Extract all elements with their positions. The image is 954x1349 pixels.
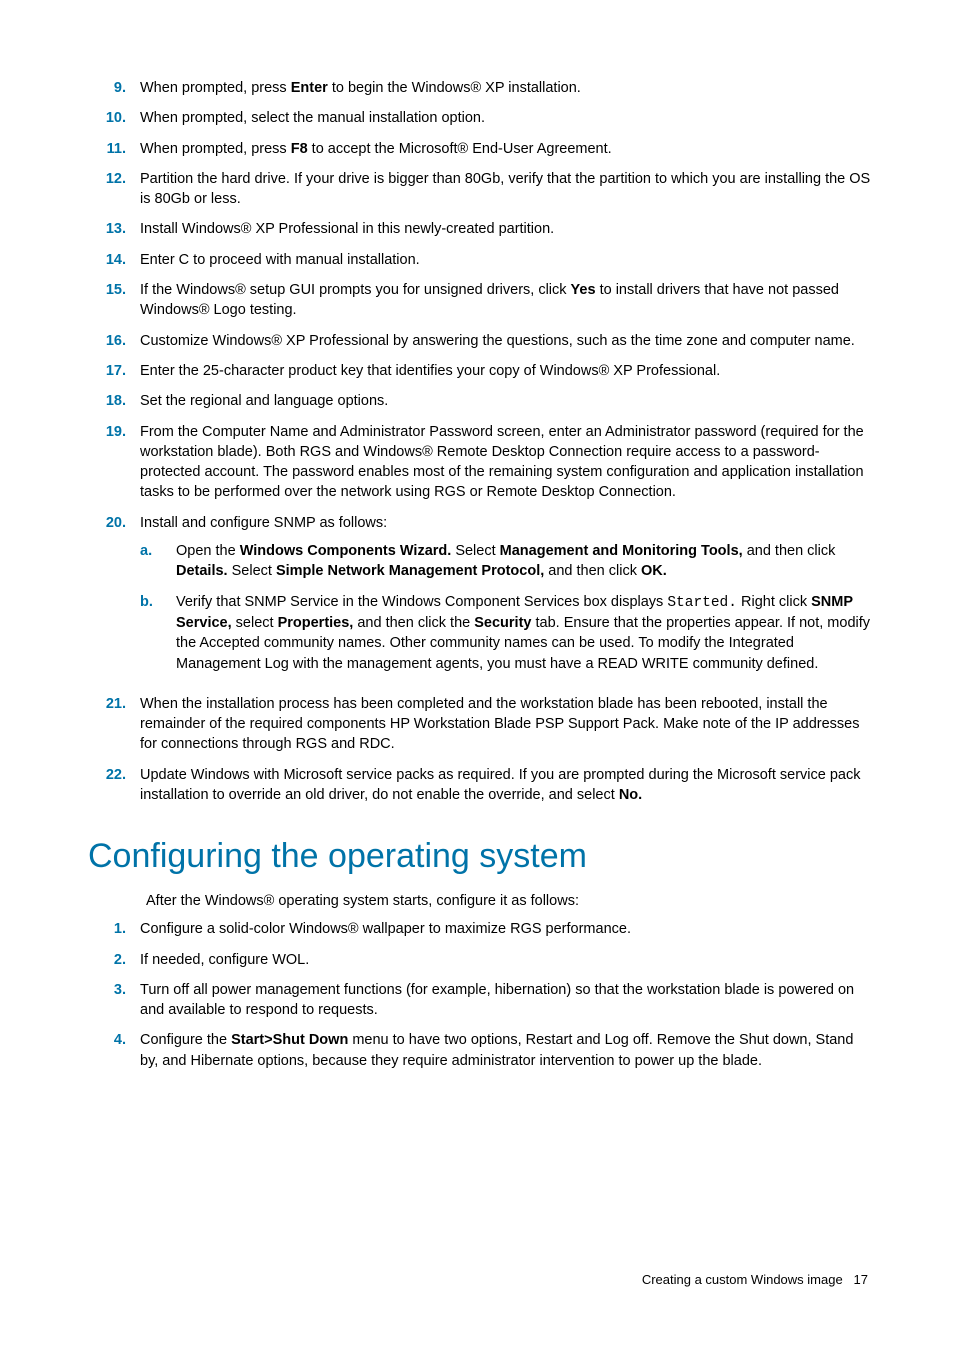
footer-label: Creating a custom Windows image (642, 1272, 843, 1287)
page-footer: Creating a custom Windows image 17 (88, 1271, 874, 1289)
sub-step-number: a. (140, 541, 176, 582)
list-item: 9.When prompted, press Enter to begin th… (88, 78, 874, 98)
list-item: 1.Configure a solid-color Windows® wallp… (88, 919, 874, 939)
intro-paragraph: After the Windows® operating system star… (146, 891, 874, 911)
step-number: 12. (88, 169, 140, 210)
step-content: When prompted, press Enter to begin the … (140, 78, 874, 98)
step-number: 22. (88, 765, 140, 806)
step-content: From the Computer Name and Administrator… (140, 422, 874, 503)
list-item: 20.Install and configure SNMP as follows… (88, 513, 874, 684)
step-content: Install and configure SNMP as follows:a.… (140, 513, 874, 684)
list-item: 21.When the installation process has bee… (88, 694, 874, 755)
page-number: 17 (854, 1272, 868, 1287)
step-content: Customize Windows® XP Professional by an… (140, 331, 874, 351)
section-heading: Configuring the operating system (88, 833, 874, 881)
list-item: 13.Install Windows® XP Professional in t… (88, 219, 874, 239)
sub-list: a.Open the Windows Components Wizard. Se… (140, 541, 874, 674)
list-item: 3.Turn off all power management function… (88, 980, 874, 1021)
config-list: 1.Configure a solid-color Windows® wallp… (88, 919, 874, 1071)
step-content: Update Windows with Microsoft service pa… (140, 765, 874, 806)
step-number: 9. (88, 78, 140, 98)
sub-list-item: b.Verify that SNMP Service in the Window… (140, 592, 874, 674)
list-item: 14.Enter C to proceed with manual instal… (88, 250, 874, 270)
step-content: When prompted, press F8 to accept the Mi… (140, 139, 874, 159)
list-item: 10.When prompted, select the manual inst… (88, 108, 874, 128)
step-number: 16. (88, 331, 140, 351)
sub-list-item: a.Open the Windows Components Wizard. Se… (140, 541, 874, 582)
step-number: 17. (88, 361, 140, 381)
sub-step-content: Verify that SNMP Service in the Windows … (176, 592, 874, 674)
step-number: 21. (88, 694, 140, 755)
step-number: 14. (88, 250, 140, 270)
list-item: 15.If the Windows® setup GUI prompts you… (88, 280, 874, 321)
step-content: If needed, configure WOL. (140, 950, 874, 970)
step-number: 20. (88, 513, 140, 684)
step-number: 1. (88, 919, 140, 939)
step-number: 15. (88, 280, 140, 321)
list-item: 4.Configure the Start>Shut Down menu to … (88, 1030, 874, 1071)
step-content: Configure a solid-color Windows® wallpap… (140, 919, 874, 939)
sub-step-content: Open the Windows Components Wizard. Sele… (176, 541, 874, 582)
step-content: When prompted, select the manual install… (140, 108, 874, 128)
step-content: Turn off all power management functions … (140, 980, 874, 1021)
step-content: Set the regional and language options. (140, 391, 874, 411)
instruction-list: 9.When prompted, press Enter to begin th… (88, 78, 874, 805)
step-content: If the Windows® setup GUI prompts you fo… (140, 280, 874, 321)
list-item: 12.Partition the hard drive. If your dri… (88, 169, 874, 210)
list-item: 18.Set the regional and language options… (88, 391, 874, 411)
step-content: Partition the hard drive. If your drive … (140, 169, 874, 210)
step-number: 10. (88, 108, 140, 128)
step-number: 18. (88, 391, 140, 411)
step-number: 2. (88, 950, 140, 970)
step-content: Enter the 25-character product key that … (140, 361, 874, 381)
step-content: Install Windows® XP Professional in this… (140, 219, 874, 239)
step-number: 4. (88, 1030, 140, 1071)
list-item: 19.From the Computer Name and Administra… (88, 422, 874, 503)
step-number: 11. (88, 139, 140, 159)
step-content: Enter C to proceed with manual installat… (140, 250, 874, 270)
step-content: When the installation process has been c… (140, 694, 874, 755)
list-item: 17.Enter the 25-character product key th… (88, 361, 874, 381)
step-number: 13. (88, 219, 140, 239)
list-item: 22.Update Windows with Microsoft service… (88, 765, 874, 806)
step-content: Configure the Start>Shut Down menu to ha… (140, 1030, 874, 1071)
list-item: 11.When prompted, press F8 to accept the… (88, 139, 874, 159)
sub-step-number: b. (140, 592, 176, 674)
step-number: 3. (88, 980, 140, 1021)
step-number: 19. (88, 422, 140, 503)
list-item: 16.Customize Windows® XP Professional by… (88, 331, 874, 351)
list-item: 2.If needed, configure WOL. (88, 950, 874, 970)
